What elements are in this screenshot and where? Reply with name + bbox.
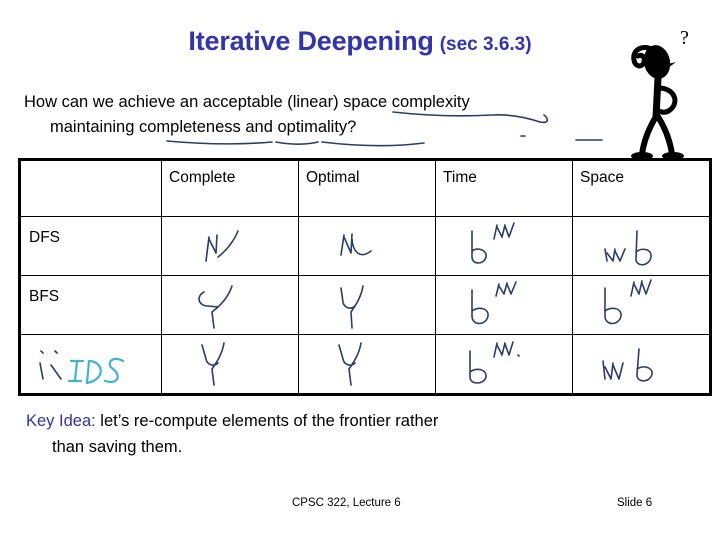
row-label-bfs: BFS: [29, 288, 60, 305]
key-idea-text: Key Idea: let’s re-compute elements of t…: [26, 408, 666, 460]
ink-mark-n: [299, 217, 435, 275]
cell-bfs-time: [435, 275, 573, 335]
ink-mark-n: [162, 217, 298, 275]
ink-mark-b-exp-m: [436, 217, 572, 275]
ink-mark-y: [162, 276, 298, 334]
footer-lecture-label: CPSC 322, Lecture 6: [292, 497, 401, 509]
row-label-cell-ids: [19, 334, 162, 395]
question-text: How can we achieve an acceptable (linear…: [24, 90, 644, 140]
key-idea-label: Key Idea:: [26, 412, 96, 430]
row-label-dfs: DFS: [29, 229, 60, 246]
question-line-2: maintaining completeness and optimality?: [50, 118, 357, 136]
header-label-complete: Complete: [169, 169, 236, 186]
header-label-optimal: Optimal: [306, 169, 360, 186]
ink-mark-m-b: [573, 335, 709, 393]
header-cell-optimal: Optimal: [298, 159, 436, 217]
question-mark-glyph: ?: [680, 27, 689, 49]
cell-dfs-space: [572, 216, 711, 276]
cell-bfs-optimal: [298, 275, 436, 335]
key-idea-line-2: than saving them.: [52, 438, 183, 456]
table-row: BFS: [19, 275, 711, 335]
cell-ids-complete: [161, 334, 299, 395]
question-line-1: How can we achieve an acceptable (linear…: [24, 93, 470, 111]
header-cell-blank: [19, 159, 162, 217]
ink-mark-y: [162, 335, 298, 393]
title-section-reference: (sec 3.6.3): [439, 34, 532, 55]
thinking-stick-figure-icon: ?: [631, 27, 689, 160]
cell-ids-optimal: [298, 334, 436, 395]
algorithm-comparison-table: Complete Optimal Time Space DFS BFS: [18, 158, 712, 396]
ink-mark-y: [299, 276, 435, 334]
ink-mark-y: [299, 335, 435, 393]
header-label-blank: [21, 161, 161, 169]
title-main-text: Iterative Deepening: [188, 26, 434, 56]
cell-dfs-complete: [161, 216, 299, 276]
table-row: DFS: [19, 216, 711, 276]
table-row: [19, 334, 711, 395]
cell-ids-space: [572, 334, 711, 395]
cell-bfs-complete: [161, 275, 299, 335]
ink-mark-b-exp-m: [436, 335, 572, 393]
header-cell-time: Time: [435, 159, 573, 217]
ink-mark-b-exp-m: [436, 276, 572, 334]
cell-ids-time: [435, 334, 573, 395]
key-idea-line-1: let’s re-compute elements of the frontie…: [95, 412, 439, 430]
ink-mark-ids: [21, 335, 161, 393]
cell-dfs-optimal: [298, 216, 436, 276]
ink-mark-b-exp-m: [573, 276, 709, 334]
header-cell-complete: Complete: [161, 159, 299, 217]
row-label-cell-bfs: BFS: [19, 275, 162, 335]
cell-dfs-time: [435, 216, 573, 276]
row-label-cell-dfs: DFS: [19, 216, 162, 276]
cell-bfs-space: [572, 275, 711, 335]
ink-mark-m-b: [573, 217, 709, 275]
table-header-row: Complete Optimal Time Space: [19, 159, 711, 217]
footer-slide-number: Slide 6: [617, 497, 653, 509]
header-label-time: Time: [443, 169, 477, 186]
